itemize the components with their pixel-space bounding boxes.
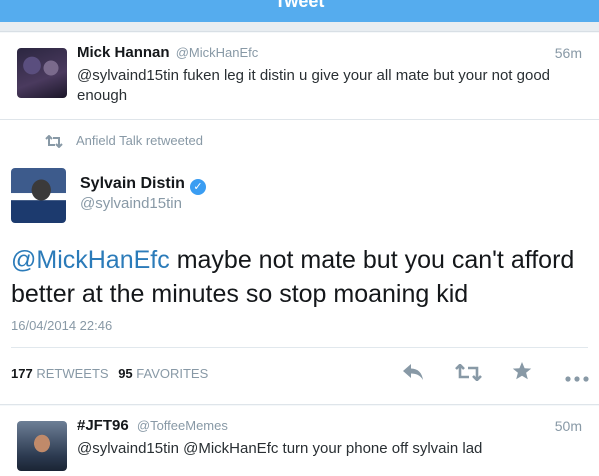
favorites-label[interactable]: FAVORITES: [136, 366, 208, 381]
mention-link[interactable]: @MickHanEfc: [11, 246, 170, 274]
tweet-time: 56m: [554, 45, 582, 61]
tweet-stats: 177 RETWEETS 95 FAVORITES: [11, 366, 214, 381]
tweet-header: Mick Hannan @MickHanEfc: [77, 44, 258, 61]
user-name[interactable]: Mick Hannan: [77, 44, 170, 61]
retweets-count[interactable]: 177: [11, 366, 33, 381]
favorite-icon[interactable]: [512, 361, 532, 386]
tweet-text: @MickHanEfc maybe not mate but you can't…: [11, 243, 586, 311]
tweet-time: 50m: [554, 418, 582, 434]
retweet-small-icon: [45, 134, 63, 149]
tweet-item[interactable]: Mick Hannan @MickHanEfc 56m @sylvaind15t…: [0, 33, 599, 120]
user-name-text: Sylvain Distin: [80, 175, 185, 192]
avatar[interactable]: [17, 421, 67, 471]
user-handle[interactable]: @MickHanEfc: [176, 45, 259, 60]
reply-icon[interactable]: [401, 363, 425, 386]
more-icon[interactable]: [565, 369, 589, 387]
page-title: Tweet: [274, 0, 325, 11]
separator: [0, 22, 599, 32]
tweet-item[interactable]: #JFT96 @ToffeeMemes 50m @sylvaind15tin @…: [0, 406, 599, 476]
avatar[interactable]: [17, 48, 67, 98]
tweet-text: @sylvaind15tin @MickHanEfc turn your pho…: [77, 440, 483, 457]
retweet-notice[interactable]: Anfield Talk retweeted: [44, 133, 203, 149]
navigation-bar: Tweet: [0, 0, 599, 22]
tweet-header: #JFT96 @ToffeeMemes: [77, 417, 228, 434]
user-handle[interactable]: @sylvaind15tin: [80, 195, 182, 212]
user-handle[interactable]: @ToffeeMemes: [137, 418, 228, 433]
verified-icon: ✓: [189, 179, 206, 195]
tweet-detail: Anfield Talk retweeted Sylvain Distin ✓ @…: [0, 120, 599, 405]
retweet-icon[interactable]: [455, 363, 482, 386]
retweet-notice-text: Anfield Talk retweeted: [76, 133, 203, 148]
tweet-date: 16/04/2014 22:46: [11, 318, 113, 333]
tweet-text: @sylvaind15tin fuken leg it distin u giv…: [77, 67, 550, 104]
avatar[interactable]: [11, 168, 66, 223]
user-name[interactable]: #JFT96: [77, 417, 129, 434]
retweets-label[interactable]: RETWEETS: [36, 366, 108, 381]
user-name[interactable]: Sylvain Distin ✓: [80, 175, 206, 195]
divider: [11, 347, 588, 348]
favorites-count[interactable]: 95: [118, 366, 132, 381]
